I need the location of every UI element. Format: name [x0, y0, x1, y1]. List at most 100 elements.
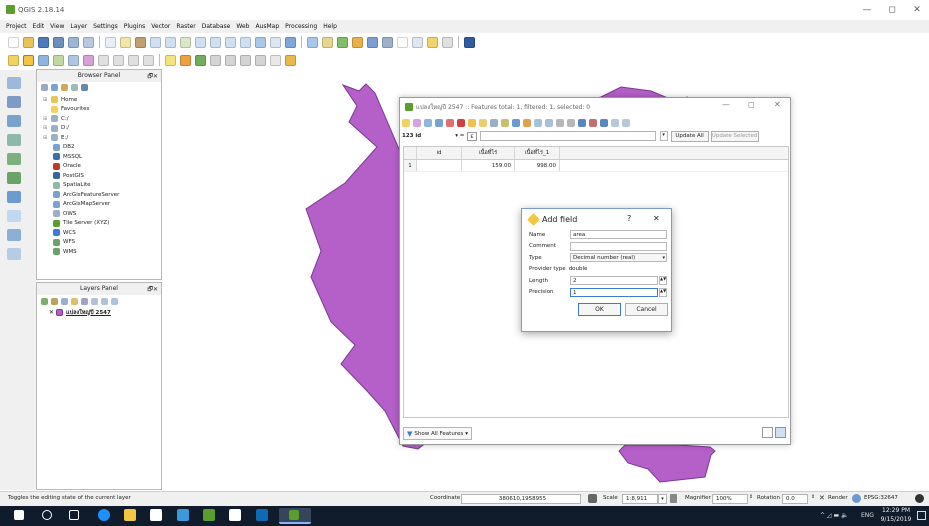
search-icon[interactable] — [42, 510, 52, 520]
magnifier-stepper-icon[interactable]: ⇕ — [749, 494, 753, 500]
browser-item[interactable]: Tile Server (XYZ) — [41, 219, 161, 229]
save-project-icon[interactable] — [38, 36, 49, 48]
column-header-rai[interactable]: เนื้อที่ไร่ — [462, 147, 515, 159]
browser-item[interactable]: ⊞ C:/ — [41, 114, 161, 124]
new-field-icon[interactable] — [578, 118, 586, 127]
cancel-button[interactable]: Cancel — [625, 303, 668, 316]
zoom-last-icon[interactable] — [225, 36, 236, 48]
scale-dropdown[interactable]: ▾ — [658, 494, 667, 504]
browser-item[interactable]: ⊞ D:/ — [41, 124, 161, 134]
menu-web[interactable]: Web — [236, 23, 249, 30]
maximize-button[interactable]: ◻ — [885, 4, 899, 16]
new-project-icon[interactable] — [8, 36, 19, 48]
expand-all-icon[interactable] — [91, 297, 98, 305]
python-console-icon[interactable] — [285, 54, 296, 66]
pin-labels-icon[interactable] — [195, 54, 206, 66]
expand-toggle[interactable]: ⊞ — [43, 97, 51, 103]
menu-view[interactable]: View — [50, 23, 64, 30]
browser-item[interactable]: WFS — [41, 238, 161, 248]
minimize-button[interactable]: — — [860, 4, 874, 16]
reload-table-icon[interactable] — [435, 118, 443, 127]
menu-plugins[interactable]: Plugins — [124, 23, 146, 30]
menu-ausmap[interactable]: AusMap — [255, 23, 279, 30]
manage-visibility-icon[interactable] — [61, 297, 68, 305]
chrome-icon[interactable] — [256, 509, 268, 521]
actions-icon[interactable] — [622, 118, 630, 127]
clock-time[interactable]: 12:29 PM — [880, 507, 912, 514]
file-explorer-icon[interactable] — [124, 509, 136, 521]
layer-row[interactable]: ✕ แปลงใหญ่ปี 2547 — [37, 307, 161, 318]
conditional-formatting-icon[interactable] — [611, 118, 619, 127]
update-all-button[interactable]: Update All — [670, 130, 709, 142]
change-label-icon[interactable] — [255, 54, 266, 66]
save-as-icon[interactable] — [53, 36, 64, 48]
mail-icon[interactable] — [229, 509, 241, 521]
deselect-all-icon[interactable] — [501, 118, 509, 127]
label-icon[interactable] — [165, 54, 176, 66]
render-checkbox[interactable]: ✕ — [819, 494, 825, 502]
precision-spinbox[interactable]: 1 — [570, 287, 658, 297]
remove-layer-icon[interactable] — [111, 297, 118, 305]
add-wcs-layer-icon[interactable] — [7, 191, 21, 203]
new-shapefile-icon[interactable] — [7, 248, 21, 260]
zoom-selection-icon[interactable] — [210, 36, 221, 48]
map-tips-icon[interactable] — [427, 36, 438, 48]
parcel-polygon-bottom[interactable] — [618, 444, 716, 483]
diagram-icon[interactable] — [270, 54, 281, 66]
add-raster-layer-icon[interactable] — [7, 96, 21, 108]
lock-icon[interactable] — [670, 494, 677, 503]
rotation-field[interactable]: 0.0 — [782, 494, 808, 504]
move-label-icon[interactable] — [225, 54, 236, 66]
table-row[interactable]: 1 159.00 998.00 — [404, 160, 788, 172]
filter-expression-icon[interactable] — [81, 297, 88, 305]
save-edits-icon[interactable] — [38, 54, 49, 66]
bookmark-icon[interactable] — [270, 36, 281, 48]
expression-input[interactable] — [479, 131, 656, 141]
comment-field[interactable] — [570, 241, 667, 251]
browser-item[interactable]: MSSQL — [41, 152, 161, 162]
crs-label[interactable]: EPSG:32647 — [864, 495, 898, 501]
browser-item[interactable]: Oracle — [41, 162, 161, 172]
browser-item[interactable]: ⊞ E:/ — [41, 133, 161, 143]
delete-feature-icon[interactable] — [457, 118, 465, 127]
field-calculator-icon[interactable] — [382, 36, 393, 48]
zoom-out-icon[interactable] — [165, 36, 176, 48]
menu-processing[interactable]: Processing — [285, 23, 317, 30]
language-indicator[interactable]: ENG — [861, 512, 874, 519]
scale-field[interactable]: 1:8,911 — [622, 494, 658, 504]
column-header-rai-1[interactable]: เนื้อที่ไร่_1 — [515, 147, 560, 159]
measure-line-icon[interactable] — [412, 36, 423, 48]
browser-item[interactable]: WCS — [41, 228, 161, 238]
menu-raster[interactable]: Raster — [176, 23, 195, 30]
add-group-icon[interactable] — [51, 297, 58, 305]
add-feature-icon[interactable] — [446, 118, 454, 127]
browser-item[interactable]: ArcGisMapServer — [41, 200, 161, 210]
browser-panel-controls[interactable]: 🗗✕ — [147, 71, 158, 83]
filter-select-icon[interactable] — [512, 118, 520, 127]
name-field[interactable]: area — [570, 230, 667, 240]
type-select[interactable]: Decimal number (real) ▾ — [570, 253, 667, 263]
select-expression-icon[interactable] — [468, 118, 476, 127]
add-spatialite-layer-icon[interactable] — [7, 134, 21, 146]
expression-dropdown[interactable]: ▾ — [659, 131, 668, 141]
close-button[interactable]: ✕ — [910, 4, 924, 16]
layers-panel-controls[interactable]: 🗗✕ — [147, 284, 158, 296]
deselect-icon[interactable] — [352, 36, 363, 48]
select-features-icon[interactable] — [322, 36, 333, 48]
magnifier-field[interactable]: 100% — [712, 494, 748, 504]
dropbox-icon[interactable] — [177, 509, 189, 521]
copy-rows-icon[interactable] — [556, 118, 564, 127]
precision-stepper-icon[interactable]: ▲▼ — [659, 287, 667, 297]
attr-maximize-button[interactable]: ◻ — [748, 100, 755, 109]
extents-toggle-icon[interactable] — [588, 494, 597, 503]
copy-features-icon[interactable] — [128, 54, 139, 66]
browser-item[interactable]: SpatiaLite — [41, 181, 161, 191]
paste-features-icon[interactable] — [567, 118, 575, 127]
browser-item[interactable]: PostGIS — [41, 171, 161, 181]
open-layer-styling-icon[interactable] — [41, 297, 48, 305]
menu-settings[interactable]: Settings — [93, 23, 118, 30]
properties-icon[interactable] — [81, 84, 88, 91]
length-spinbox[interactable]: 2 — [570, 276, 658, 286]
operator-select[interactable]: ▾ = — [455, 133, 464, 139]
clock-date[interactable]: 9/15/2019 — [880, 516, 912, 523]
